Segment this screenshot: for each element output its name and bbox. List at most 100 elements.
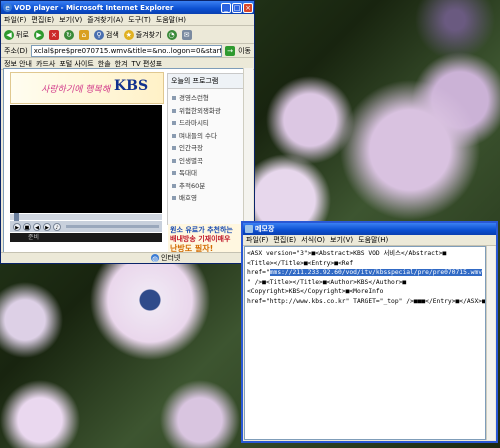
bullet-icon bbox=[172, 133, 176, 138]
link-hansol[interactable]: 한솔 bbox=[98, 59, 111, 69]
ie-title-bar[interactable]: e VOD player - Microsoft Internet Explor… bbox=[1, 1, 254, 14]
bullet-icon bbox=[172, 158, 176, 163]
favorites-button[interactable]: ★ 즐겨찾기 bbox=[123, 29, 162, 40]
ie-title: VOD player - Microsoft Internet Explorer bbox=[14, 3, 174, 12]
text-line: <Title></Title>■<Entry>■<Ref bbox=[247, 259, 354, 267]
program-item[interactable]: 위험한외쟁화광 bbox=[172, 105, 244, 118]
menu-tools[interactable]: 도구(T) bbox=[128, 15, 151, 25]
maximize-icon[interactable]: □ bbox=[232, 2, 242, 13]
volume-icon[interactable]: ♪ bbox=[53, 222, 61, 231]
minimize-icon[interactable]: _ bbox=[221, 2, 231, 13]
np-menu-file[interactable]: 파일(F) bbox=[246, 235, 268, 245]
forward-arrow-icon[interactable]: ▶ bbox=[33, 29, 44, 40]
address-label: 주소(D) bbox=[4, 46, 28, 55]
program-item[interactable]: 경영스런형 bbox=[172, 92, 244, 105]
program-panel: 오늘의 프로그램 경영스런형 위험한외쟁화광 드라마시티 며내들의 수다 인간극… bbox=[167, 73, 245, 225]
promo-line-2: 배내방송 기재이매우 bbox=[170, 235, 231, 243]
link-hangyeo[interactable]: 한겨 bbox=[115, 59, 128, 69]
back-arrow-icon: ◀ bbox=[4, 29, 14, 40]
program-item-label: 드라마시티 bbox=[179, 119, 209, 127]
menu-help[interactable]: 도움말(H) bbox=[156, 15, 186, 25]
program-item[interactable]: 드라마시티 bbox=[172, 117, 244, 130]
play-icon[interactable]: ▶ bbox=[13, 222, 21, 231]
rewind-icon[interactable]: ◀ bbox=[33, 222, 41, 231]
program-item-label: 독대대 bbox=[179, 169, 197, 177]
program-item[interactable]: 인간극장 bbox=[172, 142, 244, 155]
notepad-window: 메모장 파일(F) 편집(E) 서식(O) 보기(V) 도움말(H) <ASX … bbox=[241, 221, 498, 443]
link-info[interactable]: 정보 안내 bbox=[4, 59, 32, 69]
notepad-title-bar[interactable]: 메모장 bbox=[243, 223, 496, 235]
home-icon[interactable]: ⌂ bbox=[78, 29, 89, 40]
np-menu-edit[interactable]: 편집(E) bbox=[273, 235, 296, 245]
ie-icon: e bbox=[3, 3, 12, 12]
notepad-icon bbox=[245, 225, 253, 233]
notepad-text-area[interactable]: <ASX version="3">■<Abstract>KBS VOD 서비스<… bbox=[244, 246, 486, 440]
program-item-label: 인생별곡 bbox=[179, 156, 203, 165]
volume-slider[interactable] bbox=[66, 225, 159, 228]
banner-slogan: 사랑하기에 행복해 bbox=[41, 85, 111, 95]
promo-line-1: 원소 유료가 추천하는 bbox=[170, 226, 233, 234]
text-line: href="http://www.kbs.co.kr" TARGET="_top… bbox=[247, 297, 486, 305]
history-icon[interactable]: ◔ bbox=[166, 29, 177, 40]
bullet-icon bbox=[172, 146, 176, 151]
globe-icon: ◍ bbox=[151, 254, 159, 263]
menu-view[interactable]: 보기(V) bbox=[59, 15, 82, 25]
promo-banner[interactable]: 원소 유료가 추천하는 배내방송 기재이매우 난방도 필자! bbox=[168, 224, 244, 254]
text-line: <Copyright>KBS</Copyright>■<MoreInfo bbox=[247, 288, 384, 295]
kbs-logo: KBS bbox=[114, 78, 149, 94]
search-button[interactable]: ⚲ 검색 bbox=[93, 29, 119, 40]
ie-window: e VOD player - Microsoft Internet Explor… bbox=[0, 0, 255, 264]
search-label: 검색 bbox=[105, 30, 119, 39]
stop-button-icon[interactable]: ■ bbox=[23, 222, 31, 231]
selected-url[interactable]: mms://211.233.92.60/vod/itv/kbsspecial/p… bbox=[269, 269, 483, 276]
bullet-icon bbox=[172, 96, 176, 101]
program-list: 경영스런형 위험한외쟁화광 드라마시티 며내들의 수다 인간극장 인생별곡 독대… bbox=[168, 89, 244, 205]
refresh-icon[interactable]: ↻ bbox=[63, 29, 74, 40]
close-icon[interactable]: × bbox=[243, 2, 253, 13]
go-button[interactable]: 이동 bbox=[238, 46, 251, 56]
text-line: <ASX version="3">■<Abstract>KBS VOD 서비스<… bbox=[247, 250, 447, 257]
star-icon: ★ bbox=[123, 29, 134, 40]
program-item[interactable]: 배호영 bbox=[172, 192, 244, 205]
seek-bar[interactable] bbox=[10, 213, 162, 221]
program-item-label: 추적60분 bbox=[179, 181, 206, 190]
bullet-icon bbox=[172, 121, 176, 126]
stop-icon[interactable]: × bbox=[48, 29, 59, 40]
notepad-menu-bar: 파일(F) 편집(E) 서식(O) 보기(V) 도움말(H) bbox=[243, 235, 496, 246]
go-arrow-icon[interactable]: → bbox=[225, 45, 236, 56]
program-item-label: 인간극장 bbox=[179, 144, 203, 152]
menu-favorites[interactable]: 즐겨찾기(A) bbox=[87, 15, 123, 25]
program-item-label: 배호영 bbox=[179, 194, 197, 202]
program-item[interactable]: 독대대 bbox=[172, 167, 244, 180]
bullet-icon bbox=[172, 171, 176, 176]
link-portal[interactable]: 포털 사이트 bbox=[59, 59, 93, 69]
back-button[interactable]: ◀ 뒤로 bbox=[4, 29, 29, 40]
favorites-label: 즐겨찾기 bbox=[135, 30, 162, 39]
fast-forward-icon[interactable]: ▶ bbox=[43, 222, 51, 231]
ie-menu-bar: 파일(F) 편집(E) 보기(V) 즐겨찾기(A) 도구(T) 도움말(H) bbox=[1, 14, 254, 26]
link-card[interactable]: 카드사 bbox=[36, 59, 55, 69]
video-screen[interactable] bbox=[10, 105, 162, 213]
mail-icon[interactable]: ✉ bbox=[181, 29, 192, 40]
np-menu-view[interactable]: 보기(V) bbox=[330, 235, 353, 245]
address-bar: 주소(D) xclal$pre$pre070715.wmv&title=&no.… bbox=[1, 44, 254, 58]
program-item-label: 며내들의 수다 bbox=[179, 131, 217, 140]
ie-status-bar: ◍ 인터넷 bbox=[1, 252, 254, 263]
seek-handle[interactable] bbox=[14, 213, 19, 221]
notepad-scrollbar[interactable] bbox=[486, 246, 495, 440]
link-tv-schedule[interactable]: TV 편성표 bbox=[132, 59, 163, 69]
program-item[interactable]: 인생별곡 bbox=[172, 155, 244, 168]
back-label: 뒤로 bbox=[16, 30, 29, 39]
menu-edit[interactable]: 편집(E) bbox=[31, 15, 54, 25]
np-menu-format[interactable]: 서식(O) bbox=[301, 235, 325, 245]
bullet-icon bbox=[172, 183, 176, 188]
ie-toolbar: ◀ 뒤로 ▶ × ↻ ⌂ ⚲ 검색 ★ 즐겨찾기 ◔ ✉ bbox=[1, 26, 254, 44]
security-zone: ◍ 인터넷 bbox=[151, 253, 180, 263]
np-menu-help[interactable]: 도움말(H) bbox=[358, 235, 388, 245]
program-item[interactable]: 추적60분 bbox=[172, 180, 244, 193]
address-input[interactable]: xclal$pre$pre070715.wmv&title=&no..logon… bbox=[30, 44, 223, 57]
menu-file[interactable]: 파일(F) bbox=[4, 15, 26, 25]
search-icon: ⚲ bbox=[93, 29, 104, 40]
text-fragment: href=" bbox=[247, 269, 270, 276]
program-item[interactable]: 며내들의 수다 bbox=[172, 130, 244, 143]
